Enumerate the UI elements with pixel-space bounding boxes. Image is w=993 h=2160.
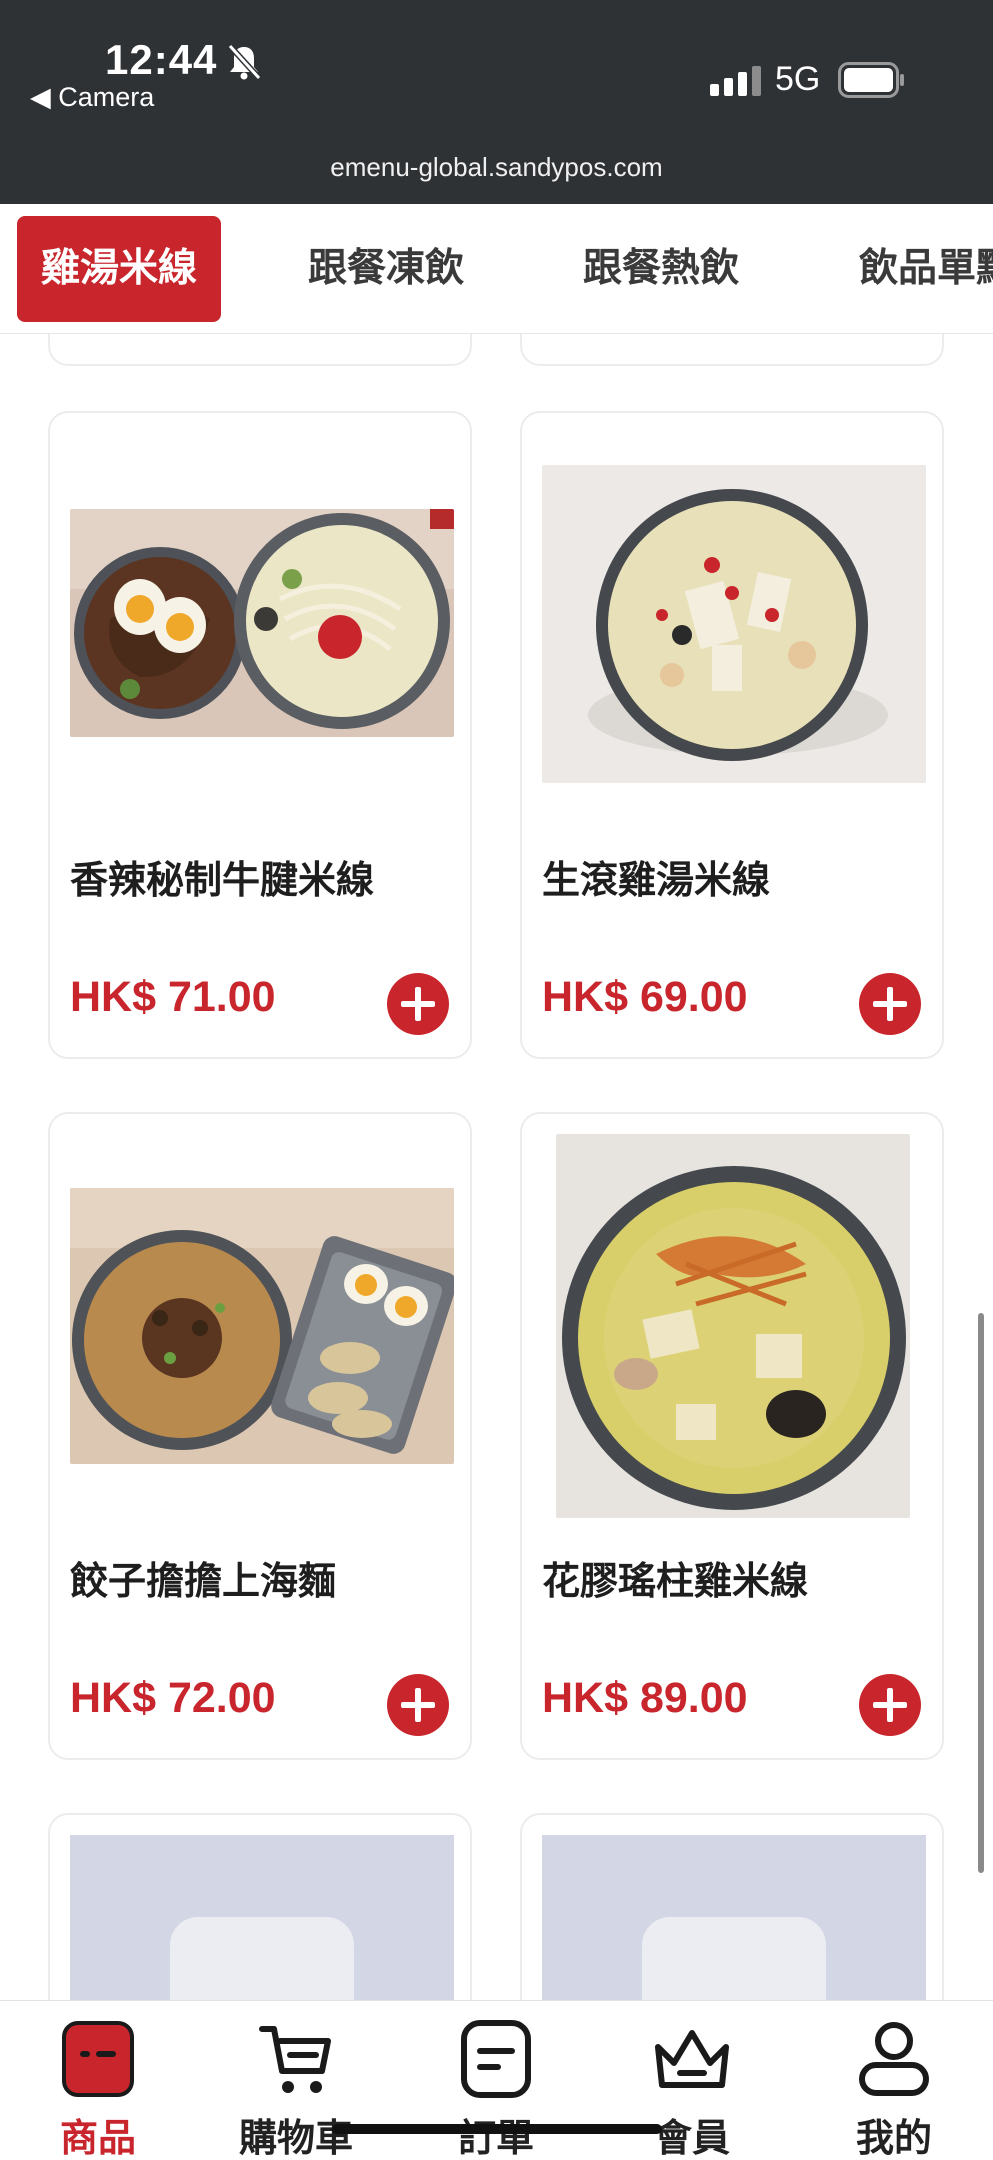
tab-drinks-single[interactable]: 飲品單點: [835, 216, 993, 322]
add-to-cart-button[interactable]: [387, 1674, 449, 1736]
home-indicator[interactable]: [332, 2124, 662, 2134]
product-price: HK$ 89.00: [542, 1674, 748, 1722]
product-image: [70, 509, 454, 737]
image-placeholder: [70, 1835, 454, 2000]
product-price: HK$ 72.00: [70, 1674, 276, 1722]
tab-chicken-soup-rice-noodle[interactable]: 雞湯米線: [17, 216, 222, 322]
category-tabs: 雞湯米線 跟餐凍飲 跟餐熱飲 飲品單點: [0, 204, 993, 334]
product-image: [556, 1134, 910, 1518]
product-card[interactable]: 花膠瑤柱雞米線 HK$ 89.00: [520, 1112, 944, 1760]
product-card[interactable]: 香辣秘制牛腱米線 HK$ 71.00: [48, 411, 472, 1059]
add-to-cart-button[interactable]: [387, 973, 449, 1035]
product-name: 生滾雞湯米線: [542, 858, 771, 902]
bell-muted-icon: [227, 43, 262, 81]
product-card[interactable]: 餃子擔擔上海麵 HK$ 72.00: [48, 1112, 472, 1760]
network-type: 5G: [775, 60, 821, 98]
status-time: 12:44: [105, 36, 218, 83]
nav-orders[interactable]: 訂單: [416, 2015, 576, 2160]
product-price: HK$ 71.00: [70, 973, 276, 1021]
tab-hot-drinks-set[interactable]: 跟餐熱飲: [559, 216, 763, 322]
product-card-partial[interactable]: [520, 1813, 944, 2000]
nav-products[interactable]: 商品: [18, 2015, 178, 2160]
product-card-partial: [520, 334, 944, 366]
cart-icon: [259, 2026, 331, 2093]
product-name: 香辣秘制牛腱米線: [70, 858, 375, 902]
product-bag-icon: [62, 2021, 134, 2097]
product-card-partial[interactable]: [48, 1813, 472, 2000]
nav-member[interactable]: 會員: [612, 2015, 772, 2160]
nav-label: 商品: [59, 2116, 136, 2160]
product-price: HK$ 69.00: [542, 973, 748, 1021]
product-image: [70, 1188, 454, 1464]
bottom-navigation: 商品 購物車 訂單 會員 我的: [0, 2000, 993, 2160]
product-grid: 香辣秘制牛腱米線 HK$ 71.00 生滾雞湯米線 HK$ 69.00 餃子擔擔…: [0, 334, 993, 2000]
placeholder-icon: [170, 1917, 354, 2000]
battery-icon: [838, 62, 904, 98]
signal-icon: [710, 66, 761, 96]
nav-label: 我的: [855, 2116, 932, 2160]
add-to-cart-button[interactable]: [859, 1674, 921, 1736]
member-crown-icon: [655, 2030, 729, 2088]
product-image: [542, 465, 926, 783]
placeholder-icon: [642, 1917, 826, 2000]
product-name: 餃子擔擔上海麵: [70, 1559, 337, 1603]
scrollbar[interactable]: [978, 1313, 984, 1873]
product-name: 花膠瑤柱雞米線: [542, 1559, 809, 1603]
product-card[interactable]: 生滾雞湯米線 HK$ 69.00: [520, 411, 944, 1059]
back-to-camera-link[interactable]: ◀ Camera: [30, 82, 154, 113]
nav-profile[interactable]: 我的: [814, 2015, 974, 2160]
nav-cart[interactable]: 購物車: [216, 2015, 376, 2160]
image-placeholder: [542, 1835, 926, 2000]
url-bar[interactable]: emenu-global.sandypos.com: [0, 152, 993, 183]
add-to-cart-button[interactable]: [859, 973, 921, 1035]
tab-cold-drinks-set[interactable]: 跟餐凍飲: [284, 216, 488, 322]
status-bar: 12:44 ◀ Camera 5G emenu-global.sandypos.…: [0, 0, 993, 204]
profile-icon: [859, 2022, 929, 2096]
product-card-partial: [48, 334, 472, 366]
order-icon: [461, 2020, 531, 2098]
